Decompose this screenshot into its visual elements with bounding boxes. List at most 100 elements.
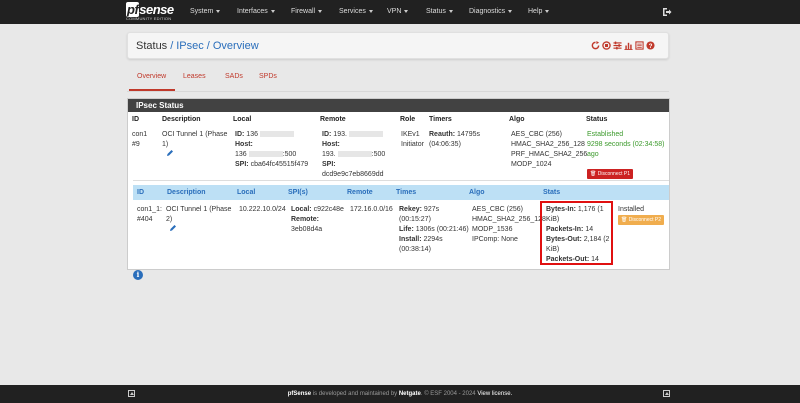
p1-status-b: 9298 seconds (02:34:58)	[587, 141, 665, 148]
p2-header-remote: Remote	[347, 189, 373, 196]
breadcrumb-overview[interactable]: Overview	[213, 40, 259, 52]
breadcrumb-status: Status	[136, 40, 168, 52]
stats-highlight-box	[540, 201, 613, 265]
logo-edition: COMMUNITY EDITION	[126, 16, 172, 21]
footer-company-link[interactable]: Netgate	[399, 391, 421, 397]
p1-header-description: Description	[162, 116, 201, 123]
p1-remote-host-label: Host:	[322, 141, 340, 148]
p1-edit-pencil-icon[interactable]	[166, 149, 174, 157]
page-header: Status / IPsec / Overview ?	[127, 32, 669, 59]
log-icon[interactable]	[635, 41, 644, 50]
p2-algo-1: HMAC_SHA2_256_128	[472, 216, 546, 223]
p2-algo-3: IPComp: None	[472, 236, 518, 243]
p1-header-remote: Remote	[320, 116, 346, 123]
p1-algo-1: HMAC_SHA2_256_128	[511, 141, 585, 148]
info-icon[interactable]: i	[133, 270, 143, 280]
nav-diagnostics[interactable]: Diagnostics	[469, 0, 513, 24]
pfsense-logo[interactable]: pfsense COMMUNITY EDITION	[126, 2, 176, 22]
footer-copyright: . © ESF 2004 - 2024	[420, 391, 478, 397]
restart-service-icon[interactable]	[591, 41, 600, 50]
tab-overview[interactable]: Overview	[137, 73, 166, 80]
p1-remote-spi-label: SPI:	[322, 161, 336, 168]
panel-title: IPsec Status	[128, 99, 669, 112]
disconnect-p1-button[interactable]: 🗑 Disconnect P1	[587, 169, 633, 179]
p2-header-times: Times	[396, 189, 417, 196]
p1-header-local: Local	[233, 116, 252, 123]
disconnect-p2-button[interactable]: 🗑 Disconnect P2	[618, 215, 664, 225]
p2-algo-0: AES_CBC (256)	[472, 206, 523, 213]
p2-header-stats: Stats	[543, 189, 561, 196]
logo-sense: sense	[139, 2, 174, 17]
scroll-top-right-icon[interactable]	[663, 390, 670, 397]
tab-sads[interactable]: SADs	[225, 73, 243, 80]
p2-spi-remote-label: Remote:	[291, 216, 320, 223]
p2-desc-a: OCI Tunnel 1 (Phase	[166, 206, 232, 213]
p2-header-description: Description	[167, 189, 206, 196]
p2-local: 10.222.10.0/24	[239, 206, 286, 213]
p1-id-b: #9	[132, 141, 140, 148]
p1-local-id: ID: 136	[235, 130, 294, 140]
logo-pf: pf	[126, 2, 140, 17]
breadcrumb-ipsec[interactable]: IPsec	[176, 40, 204, 52]
settings-sliders-icon[interactable]	[613, 41, 622, 50]
p1-role-b: Initiator	[401, 141, 424, 148]
p2-rekey-b: (00:15:27)	[399, 216, 431, 223]
p1-desc-a: OCI Tunnel 1 (Phase	[162, 131, 228, 138]
nav-status[interactable]: Status	[426, 0, 453, 24]
footer: pfSense is developed and maintained by N…	[0, 385, 800, 403]
nav-interfaces[interactable]: Interfaces	[237, 0, 275, 24]
p1-status-c: ago	[587, 151, 599, 158]
nav-vpn[interactable]: VPN	[387, 0, 409, 24]
nav-firewall[interactable]: Firewall	[291, 0, 323, 24]
p1-header-role: Role	[400, 116, 416, 123]
p1-role-a: IKEv1	[401, 131, 420, 138]
p1-header-algo: Algo	[509, 116, 525, 123]
scroll-top-left-icon[interactable]	[128, 390, 135, 397]
p2-header-algo: Algo	[469, 189, 485, 196]
p2-spi-local: Local: c922c48e	[291, 206, 344, 213]
help-icon[interactable]: ?	[646, 41, 655, 50]
p2-header: ID Description Local SPI(s) Remote Times…	[133, 185, 669, 200]
trash-icon: 🗑	[621, 217, 628, 223]
p1-id-a: con1	[132, 131, 148, 138]
stop-service-icon[interactable]	[602, 41, 611, 50]
footer-mid: is developed and maintained by	[311, 391, 399, 397]
p2-edit-pencil-icon[interactable]	[169, 224, 177, 232]
footer-brand: pfSense	[287, 391, 312, 397]
p2-id-b: #404	[137, 216, 153, 223]
tab-underline	[127, 91, 669, 92]
p1-header-timers: Timers	[429, 116, 452, 123]
breadcrumb: Status / IPsec / Overview	[136, 40, 259, 52]
p1-remote-id: ID: 193.	[322, 130, 383, 140]
p1-algo-0: AES_CBC (256)	[511, 131, 562, 138]
graph-icon[interactable]	[624, 41, 633, 50]
p2-header-local: Local	[237, 189, 256, 196]
p2-header-id: ID	[137, 189, 144, 196]
top-navbar: pfsense COMMUNITY EDITION System Interfa…	[0, 0, 800, 24]
ipsec-status-panel: IPsec Status ID Description Local Remote…	[127, 98, 670, 270]
nav-help[interactable]: Help	[528, 0, 550, 24]
svg-text:?: ?	[649, 43, 653, 50]
p1-local-host-label: Host:	[235, 141, 253, 148]
p1-header-id: ID	[132, 116, 139, 123]
logout-icon[interactable]	[662, 7, 672, 17]
p1-algo-3: MODP_1024	[511, 161, 552, 168]
p2-install-b: (00:38:14)	[399, 246, 431, 253]
nav-system[interactable]: System	[190, 0, 221, 24]
p1-local-spi: SPI: cba64fc45515f479	[235, 161, 309, 168]
p1-timer-reauth-b: (04:06:35)	[429, 141, 461, 148]
p2-rekey: Rekey: 927s	[399, 206, 440, 213]
p2-algo-2: MODP_1536	[472, 226, 513, 233]
p2-header-spis: SPI(s)	[288, 189, 308, 196]
p2-life: Life: 1306s (00:21:46)	[399, 226, 469, 233]
footer-license-link[interactable]: View license.	[477, 391, 512, 397]
tab-spds[interactable]: SPDs	[259, 73, 277, 80]
p1-header-status: Status	[586, 116, 608, 123]
tab-leases[interactable]: Leases	[183, 73, 206, 80]
p1-algo-2: PRF_HMAC_SHA2_256	[511, 151, 588, 158]
nav-services[interactable]: Services	[339, 0, 373, 24]
p2-state: Installed	[618, 206, 645, 213]
p2-id-a: con1_1:	[137, 206, 162, 213]
p2-remote: 172.16.0.0/16	[350, 206, 393, 213]
p1-local-host: 136:500	[235, 151, 297, 158]
